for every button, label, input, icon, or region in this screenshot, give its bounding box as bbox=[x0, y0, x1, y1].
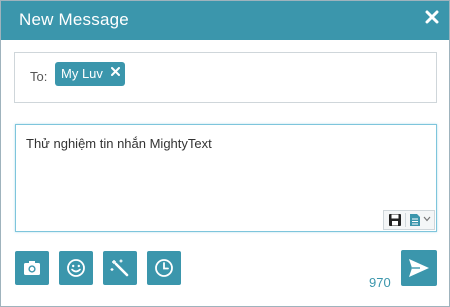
send-button[interactable] bbox=[401, 250, 437, 286]
magic-button[interactable] bbox=[103, 251, 137, 285]
camera-icon bbox=[24, 261, 40, 275]
save-icon[interactable] bbox=[388, 213, 402, 227]
message-textarea[interactable]: Thử nghiệm tin nhắn MightyText bbox=[15, 124, 437, 232]
chevron-down-icon[interactable] bbox=[423, 216, 431, 222]
message-tools bbox=[383, 210, 435, 230]
schedule-button[interactable] bbox=[147, 251, 181, 285]
remove-recipient-icon[interactable] bbox=[110, 67, 120, 76]
emoji-button[interactable] bbox=[59, 251, 93, 285]
dialog-title: New Message bbox=[19, 10, 129, 29]
attach-photo-button[interactable] bbox=[15, 251, 49, 285]
recipients-field[interactable]: To: My Luv bbox=[14, 52, 437, 103]
dialog-titlebar: New Message bbox=[1, 1, 449, 40]
smiley-icon bbox=[67, 259, 85, 277]
character-counter: 970 bbox=[369, 275, 391, 290]
magic-wand-icon bbox=[110, 259, 129, 277]
recipient-chip[interactable]: My Luv bbox=[55, 62, 125, 86]
clock-icon bbox=[155, 259, 173, 277]
recipient-chip-label: My Luv bbox=[61, 66, 103, 81]
close-icon[interactable] bbox=[425, 10, 439, 24]
tools-divider bbox=[405, 213, 406, 227]
new-message-dialog: New Message To: My Luv Thử nghiệm tin nh… bbox=[0, 0, 450, 307]
send-icon bbox=[409, 259, 429, 277]
message-text: Thử nghiệm tin nhắn MightyText bbox=[26, 136, 212, 151]
document-icon[interactable] bbox=[409, 213, 421, 227]
to-label: To: bbox=[30, 69, 48, 84]
